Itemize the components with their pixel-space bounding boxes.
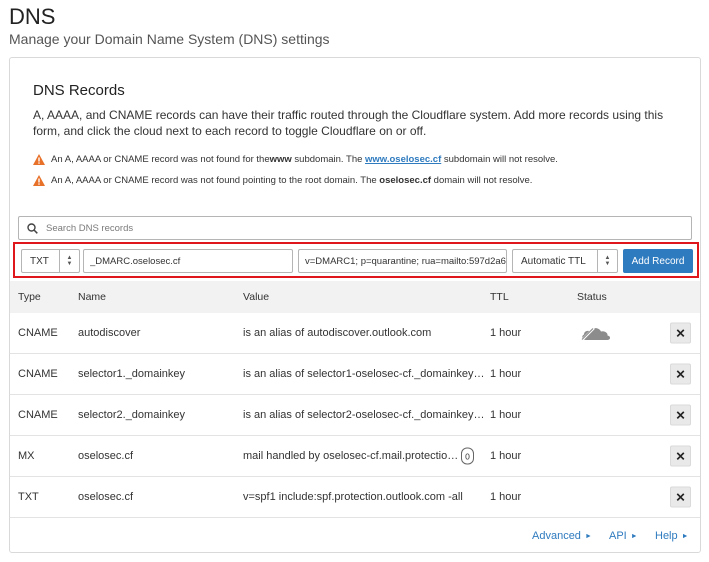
delete-icon[interactable]: ✕ xyxy=(670,445,691,467)
warning-text: subdomain. The xyxy=(291,153,366,165)
row-name[interactable]: selector1._domainkey xyxy=(78,368,185,380)
row-type: TXT xyxy=(18,491,39,503)
cloud-grey-icon[interactable] xyxy=(580,323,612,343)
row-name[interactable]: oselosec.cf xyxy=(78,450,133,462)
api-label: API xyxy=(609,530,627,542)
www-link[interactable]: www.oselosec.cf xyxy=(365,154,441,165)
table-row[interactable]: CNAME selector2._domainkey is an alias o… xyxy=(10,395,700,436)
row-name[interactable]: oselosec.cf xyxy=(78,491,133,503)
row-type: CNAME xyxy=(18,327,58,339)
row-type: CNAME xyxy=(18,409,58,421)
warning-www: An A, AAAA or CNAME record was not found… xyxy=(33,152,558,166)
ttl-select[interactable]: Automatic TTL ▲ ▼ xyxy=(512,249,618,273)
advanced-label: Advanced xyxy=(532,530,581,542)
delete-icon[interactable]: ✕ xyxy=(670,486,691,508)
dns-records-table: Type Name Value TTL Status CNAME autodis… xyxy=(10,281,700,518)
record-type-select[interactable]: TXT ▲ ▼ xyxy=(21,249,80,273)
add-record-button[interactable]: Add Record xyxy=(623,249,693,273)
record-type-value: TXT xyxy=(30,255,49,267)
search-input[interactable] xyxy=(46,222,646,234)
row-value[interactable]: is an alias of selector1-oselosec-cf._do… xyxy=(243,368,485,380)
warning-bold: www xyxy=(269,153,292,165)
row-ttl[interactable]: 1 hour xyxy=(490,450,521,462)
warning-icon xyxy=(33,174,45,186)
warning-bold: oselosec.cf xyxy=(379,174,432,186)
row-value[interactable]: is an alias of selector2-oselosec-cf._do… xyxy=(243,409,485,421)
row-ttl[interactable]: 1 hour xyxy=(490,327,521,339)
header-type[interactable]: Type xyxy=(18,291,41,303)
warning-icon xyxy=(33,153,45,165)
row-ttl[interactable]: 1 hour xyxy=(490,409,521,421)
table-header: Type Name Value TTL Status xyxy=(10,281,700,313)
warning-text: An A, AAAA or CNAME record was not found… xyxy=(51,153,270,165)
row-name[interactable]: autodiscover xyxy=(78,327,140,339)
delete-icon[interactable]: ✕ xyxy=(670,363,691,385)
row-type: MX xyxy=(18,450,35,462)
table-row[interactable]: MX oselosec.cf mail handled by oselosec-… xyxy=(10,436,700,477)
ttl-value: Automatic TTL xyxy=(521,255,586,267)
header-status: Status xyxy=(577,291,607,303)
chevron-updown-icon[interactable]: ▲ ▼ xyxy=(597,250,617,272)
search-box[interactable] xyxy=(18,216,692,240)
table-row[interactable]: CNAME selector1._domainkey is an alias o… xyxy=(10,354,700,395)
record-value-input[interactable] xyxy=(305,255,506,267)
api-link[interactable]: API ► xyxy=(609,530,638,542)
priority-badge[interactable]: 0 xyxy=(461,447,474,465)
row-value[interactable]: mail handled by oselosec-cf.mail.protect… xyxy=(243,450,458,462)
caret-right-icon: ► xyxy=(630,532,638,540)
advanced-link[interactable]: Advanced ► xyxy=(532,530,592,542)
table-row[interactable]: TXT oselosec.cf v=spf1 include:spf.prote… xyxy=(10,477,700,518)
search-icon xyxy=(27,222,38,234)
row-name[interactable]: selector2._domainkey xyxy=(78,409,185,421)
warning-text: An A, AAAA or CNAME record was not found… xyxy=(51,174,380,186)
row-type: CNAME xyxy=(18,368,58,380)
page-title: DNS xyxy=(9,4,56,29)
card-title: DNS Records xyxy=(33,82,125,99)
caret-right-icon: ► xyxy=(584,532,592,540)
row-ttl[interactable]: 1 hour xyxy=(490,368,521,380)
header-value[interactable]: Value xyxy=(243,291,269,303)
warning-text: subdomain will not resolve. xyxy=(441,153,558,165)
record-value-field[interactable] xyxy=(298,249,507,273)
dns-records-card: DNS Records A, AAAA, and CNAME records c… xyxy=(9,57,701,553)
row-value[interactable]: v=spf1 include:spf.protection.outlook.co… xyxy=(243,491,463,503)
chevron-updown-icon[interactable]: ▲ ▼ xyxy=(59,250,79,272)
delete-icon[interactable]: ✕ xyxy=(670,322,691,344)
header-name[interactable]: Name xyxy=(78,291,106,303)
row-ttl[interactable]: 1 hour xyxy=(490,491,521,503)
delete-icon[interactable]: ✕ xyxy=(670,404,691,426)
header-ttl[interactable]: TTL xyxy=(490,291,509,303)
table-row[interactable]: CNAME autodiscover is an alias of autodi… xyxy=(10,313,700,354)
page-subtitle: Manage your Domain Name System (DNS) set… xyxy=(9,31,330,47)
record-name-field[interactable] xyxy=(83,249,293,273)
help-link[interactable]: Help ► xyxy=(655,530,689,542)
row-value[interactable]: is an alias of autodiscover.outlook.com xyxy=(243,327,431,339)
card-description: A, AAAA, and CNAME records can have thei… xyxy=(33,108,664,138)
record-name-input[interactable] xyxy=(90,255,292,267)
caret-right-icon: ► xyxy=(681,532,689,540)
warning-root: An A, AAAA or CNAME record was not found… xyxy=(33,173,532,187)
warning-text: domain will not resolve. xyxy=(431,174,533,186)
help-label: Help xyxy=(655,530,678,542)
add-record-form: TXT ▲▼ Automatic TTL ▲▼ Add Record xyxy=(13,242,699,278)
